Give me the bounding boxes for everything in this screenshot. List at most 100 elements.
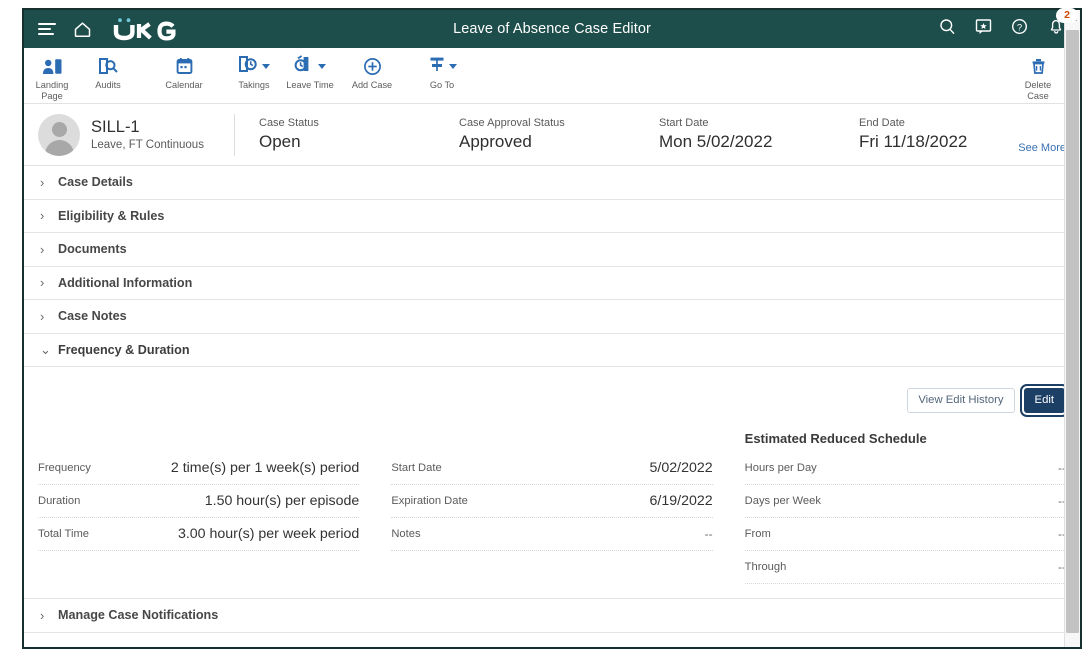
row-label: Total Time — [38, 528, 89, 540]
data-row: From -- — [745, 518, 1066, 551]
chevron-down-icon[interactable] — [318, 64, 326, 69]
summary-value: Mon 5/02/2022 — [659, 131, 835, 153]
row-value: -- — [705, 527, 713, 541]
ukg-logo[interactable] — [113, 17, 185, 41]
top-navigation-bar: Leave of Absence Case Editor ? 2 — [24, 10, 1080, 48]
data-row: Start Date 5/02/2022 — [391, 452, 712, 485]
chevron-down-icon[interactable] — [449, 64, 457, 69]
case-name: SILL-1 — [91, 118, 204, 137]
hamburger-menu-icon[interactable] — [38, 23, 56, 36]
toolbar-item-calendar[interactable]: Calendar — [156, 55, 212, 91]
chevron-right-icon: › — [40, 276, 54, 289]
row-label: Expiration Date — [391, 495, 468, 507]
case-person: SILL-1 Leave, FT Continuous — [38, 114, 234, 156]
row-label: Frequency — [38, 462, 91, 474]
plus-circle-icon — [363, 55, 382, 77]
feedback-icon[interactable] — [975, 18, 992, 40]
row-label: Notes — [391, 528, 420, 540]
chevron-right-icon: › — [40, 243, 54, 256]
data-row: Frequency 2 time(s) per 1 week(s) period — [38, 452, 359, 485]
toolbar-label-line1: Landing — [36, 80, 69, 90]
toolbar-label-add-case: Add Case — [352, 80, 392, 91]
row-value: 1.50 hour(s) per episode — [205, 493, 360, 509]
vertical-scrollbar[interactable] — [1064, 10, 1080, 647]
dates-column: . Start Date 5/02/2022 Expiration Date 6… — [375, 424, 728, 584]
summary-label: Case Status — [259, 116, 435, 130]
panel-action-buttons: View Edit History Edit — [38, 367, 1066, 424]
delete-case-button[interactable]: DeleteCase — [1010, 55, 1066, 102]
users-icon — [42, 55, 63, 77]
summary-value: Open — [259, 131, 435, 153]
toolbar-item-audits[interactable]: Audits — [80, 55, 136, 91]
chevron-down-icon: ⌄ — [40, 343, 54, 356]
section-title: Case Notes — [58, 309, 127, 323]
chevron-right-icon: › — [40, 310, 54, 323]
toolbar-item-landing-page[interactable]: LandingPage — [24, 55, 80, 102]
audit-search-icon — [98, 55, 119, 77]
avatar — [38, 114, 80, 156]
data-row: Total Time 3.00 hour(s) per week period — [38, 518, 359, 551]
section-title: Eligibility & Rules — [58, 209, 164, 223]
see-more-link[interactable]: See More — [1018, 142, 1066, 154]
summary-label: Start Date — [659, 116, 835, 130]
row-value: 2 time(s) per 1 week(s) period — [171, 460, 359, 476]
row-value: 3.00 hour(s) per week period — [178, 526, 359, 542]
summary-field-approval-status: Case Approval Status Approved — [435, 116, 635, 153]
summary-value: Approved — [459, 131, 635, 153]
row-label: Through — [745, 561, 787, 573]
row-label: Days per Week — [745, 495, 821, 507]
row-label: Duration — [38, 495, 80, 507]
notifications-button[interactable]: 2 — [1047, 17, 1068, 41]
toolbar-label-calendar: Calendar — [165, 80, 202, 91]
edit-button[interactable]: Edit — [1024, 388, 1065, 413]
chevron-right-icon: › — [40, 209, 54, 222]
section-header-case-details[interactable]: › Case Details — [24, 166, 1080, 200]
svg-text:?: ? — [1017, 22, 1022, 33]
section-header-manage-case-notifications[interactable]: › Manage Case Notifications — [24, 599, 1080, 633]
calendar-icon — [176, 55, 193, 77]
scrollbar-thumb[interactable] — [1066, 30, 1079, 633]
topbar-left-group — [38, 17, 185, 41]
summary-label: Case Approval Status — [459, 116, 635, 130]
toolbar-item-add-case[interactable]: Add Case — [344, 55, 400, 91]
toolbar-item-takings[interactable]: Takings — [226, 55, 282, 91]
frequency-column: . Frequency 2 time(s) per 1 week(s) peri… — [38, 424, 375, 584]
row-value: 5/02/2022 — [650, 460, 713, 476]
toolbar-item-go-to[interactable]: Go To — [414, 55, 470, 91]
sections-container: › Case Details › Eligibility & Rules › D… — [24, 166, 1080, 647]
section-title: Case Details — [58, 175, 133, 189]
case-subtitle: Leave, FT Continuous — [91, 139, 204, 151]
data-row: Through -- — [745, 551, 1066, 584]
chevron-down-icon[interactable] — [262, 64, 270, 69]
frequency-duration-panel: View Edit History Edit . Frequency 2 tim… — [24, 367, 1080, 599]
section-header-case-notes[interactable]: › Case Notes — [24, 300, 1080, 334]
action-toolbar: LandingPage Audits Calendar Takings — [24, 48, 1080, 104]
help-icon[interactable]: ? — [1011, 18, 1028, 40]
section-header-frequency-duration[interactable]: ⌄ Frequency & Duration — [24, 334, 1080, 368]
leave-time-icon — [294, 55, 315, 78]
home-icon[interactable] — [73, 21, 92, 38]
toolbar-item-leave-time[interactable]: Leave Time — [282, 55, 338, 91]
topbar-right-group: ? 2 — [939, 17, 1068, 41]
data-row: Expiration Date 6/19/2022 — [391, 485, 712, 518]
row-label: Hours per Day — [745, 462, 817, 474]
row-label: From — [745, 528, 771, 540]
trash-icon — [1030, 55, 1047, 77]
summary-field-end-date: End Date Fri 11/18/2022 — [835, 116, 1035, 153]
section-header-documents[interactable]: › Documents — [24, 233, 1080, 267]
delete-label-line1: Delete — [1025, 80, 1052, 90]
data-row: Days per Week -- — [745, 485, 1066, 518]
search-icon[interactable] — [939, 18, 956, 40]
summary-value: Fri 11/18/2022 — [859, 131, 1035, 153]
view-edit-history-button[interactable]: View Edit History — [907, 388, 1014, 413]
section-header-additional-information[interactable]: › Additional Information — [24, 267, 1080, 301]
scrollbar-track[interactable] — [1065, 27, 1080, 647]
row-label: Start Date — [391, 462, 441, 474]
summary-field-start-date: Start Date Mon 5/02/2022 — [635, 116, 835, 153]
application-window: Leave of Absence Case Editor ? 2 Landing… — [22, 8, 1082, 649]
frequency-duration-grid: . Frequency 2 time(s) per 1 week(s) peri… — [38, 424, 1066, 598]
section-header-eligibility-rules[interactable]: › Eligibility & Rules — [24, 200, 1080, 234]
summary-label: End Date — [859, 116, 1035, 130]
section-title: Documents — [58, 242, 127, 256]
goto-icon — [428, 55, 446, 78]
